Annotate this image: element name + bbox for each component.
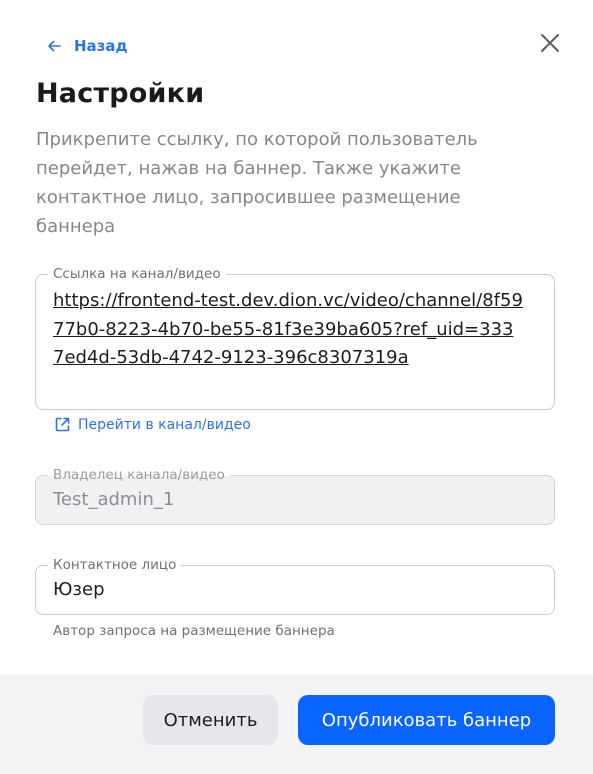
open-channel-link-label: Перейти в канал/видео [78, 416, 251, 433]
back-label: Назад [74, 37, 128, 55]
close-icon [538, 31, 562, 55]
channel-link-field[interactable]: Ссылка на канал/видео https://frontend-t… [35, 265, 555, 410]
contact-person-input[interactable] [53, 579, 533, 600]
channel-link-label: Ссылка на канал/видео [48, 265, 226, 283]
channel-link-value[interactable]: https://frontend-test.dev.dion.vc/video/… [53, 287, 523, 373]
contact-person-hint: Автор запроса на размещение баннера [53, 623, 335, 639]
close-button[interactable] [538, 31, 562, 55]
page-title: Настройки [36, 78, 205, 109]
page-description: Прикрепите ссылку, по которой пользовате… [36, 129, 478, 237]
cancel-button[interactable]: Отменить [143, 695, 278, 745]
channel-owner-field: Владелец канала/видео Test_admin_1 [35, 466, 555, 525]
back-link[interactable]: Назад [46, 36, 128, 56]
contact-person-field[interactable]: Контактное лицо [35, 556, 555, 615]
contact-person-label: Контактное лицо [48, 556, 182, 574]
channel-owner-value: Test_admin_1 [53, 489, 175, 510]
channel-owner-label: Владелец канала/видео [48, 466, 230, 484]
dialog-footer: Отменить Опубликовать баннер [0, 675, 593, 774]
open-channel-link[interactable]: Перейти в канал/видео [54, 416, 251, 433]
publish-banner-button[interactable]: Опубликовать баннер [298, 695, 555, 745]
arrow-left-icon [46, 39, 62, 53]
external-link-icon [54, 416, 71, 433]
